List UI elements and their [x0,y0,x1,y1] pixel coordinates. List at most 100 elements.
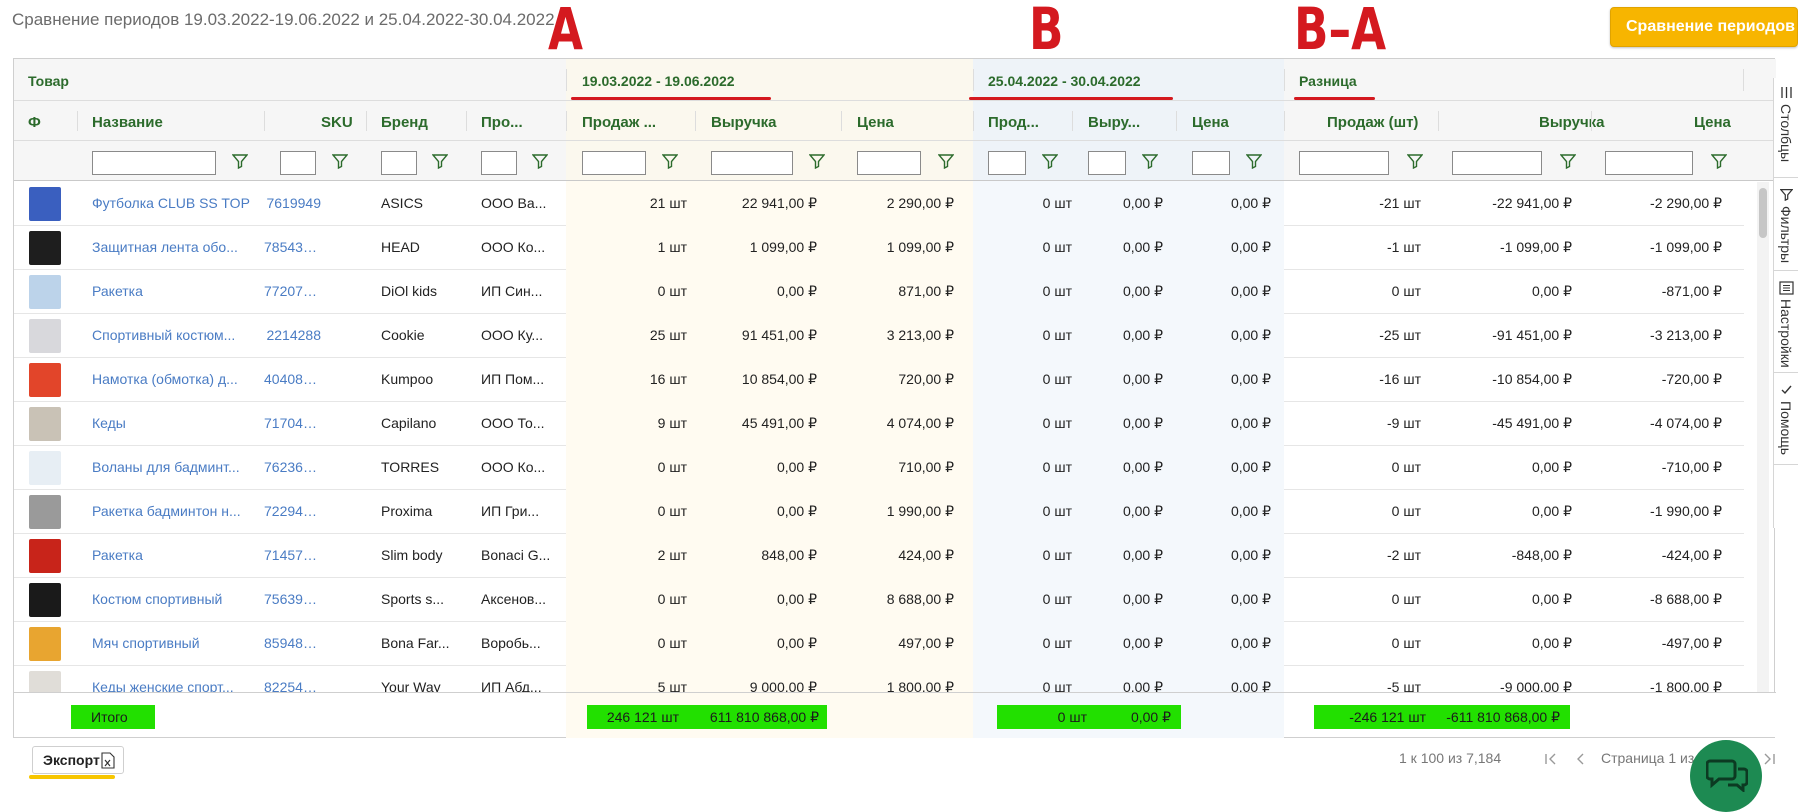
funnel-icon[interactable] [1711,153,1727,169]
cell-brand: DiOl kids [381,283,438,299]
filter-input-d-sales[interactable] [1299,151,1389,175]
filter-input-sku[interactable] [280,151,316,175]
col-d-revenue[interactable]: Выручка [1539,114,1605,131]
chat-button[interactable] [1690,740,1762,812]
col-name[interactable]: Название [92,114,163,131]
cell-name[interactable]: Кеды женские спорт... [92,679,260,692]
cell-name[interactable]: Ракетка бадминтон н... [92,503,260,519]
cell-name[interactable]: Ракетка [92,283,260,299]
col-a-sales[interactable]: Продаж ... [582,114,656,131]
annotation-b: B [1029,0,1064,63]
cell-b-price: 0,00 ₽ [1230,591,1271,607]
table-row[interactable]: Воланы для бадминт... 76236738 TORRES ООО К… [14,446,1744,490]
funnel-icon[interactable] [1042,153,1058,169]
cell-sku[interactable]: 71457009 [264,547,321,563]
product-thumbnail [29,539,61,573]
cell-sku[interactable]: 75639865 [264,591,321,607]
first-page-icon[interactable] [1544,752,1558,766]
funnel-icon[interactable] [938,153,954,169]
table-row[interactable]: Ракетка 71457009 Slim body Bonaci G... 2 шт 8… [14,534,1744,578]
col-photo[interactable]: Ф [28,114,41,131]
compare-periods-button[interactable]: Сравнение периодов [1610,7,1798,47]
table-row[interactable]: Кеды 71704129 Capilano ООО То... 9 шт 45 491,… [14,402,1744,446]
cell-d-price: -424,00 ₽ [1661,547,1722,563]
filter-input-brand[interactable] [381,151,417,175]
cell-sku[interactable]: 85948580 [264,635,321,651]
filter-input-a-sales[interactable] [582,151,646,175]
filter-input-b-sales[interactable] [988,151,1026,175]
cell-sku[interactable]: 40408251 [264,371,321,387]
funnel-icon[interactable] [809,153,825,169]
filter-input-d-price[interactable] [1605,151,1693,175]
table-row[interactable]: Футболка CLUB SS TOP 7619949 ASICS ООО Ва..… [14,182,1744,226]
filter-input-b-price[interactable] [1192,151,1230,175]
table-row[interactable]: Намотка (обмотка) д... 40408251 Kumpoo ИП П… [14,358,1744,402]
table-row[interactable]: Костюм спортивный 75639865 Sports s... Аксе… [14,578,1744,622]
cell-brand: Kumpoo [381,371,434,387]
cell-name[interactable]: Ракетка [92,547,260,563]
cell-name[interactable]: Мяч спортивный [92,635,260,651]
col-seller[interactable]: Про... [481,114,523,131]
sidebar-item-help[interactable]: Помощь [1774,373,1798,465]
check-icon [1781,385,1792,395]
cell-d-price: -871,00 ₽ [1661,283,1722,299]
cell-name[interactable]: Костюм спортивный [92,591,260,607]
sidebar-item-settings[interactable]: Настройки [1774,271,1798,373]
cell-name[interactable]: Спортивный костюм... [92,327,260,343]
col-b-sales[interactable]: Прод... [988,114,1039,131]
cell-sku[interactable]: 82254808 [264,679,321,692]
cell-a-revenue: 1 099,00 ₽ [749,239,817,255]
col-sku[interactable]: SKU [321,114,353,131]
cell-brand: Cookie [381,327,425,343]
col-d-price[interactable]: Цена [1694,114,1731,131]
funnel-icon[interactable] [432,153,448,169]
filter-input-seller[interactable] [481,151,517,175]
cell-name[interactable]: Защитная лента обо... [92,239,260,255]
col-a-revenue[interactable]: Выручка [711,114,777,131]
vertical-scrollbar[interactable] [1757,182,1769,692]
col-b-revenue[interactable]: Выру... [1088,114,1140,131]
table-row[interactable]: Ракетка 77207067 DiOl kids ИП Син... 0 шт 0,0… [14,270,1744,314]
sidebar-item-filters[interactable]: Фильтры [1774,178,1798,271]
filter-input-d-revenue[interactable] [1452,151,1542,175]
cell-name[interactable]: Намотка (обмотка) д... [92,371,260,387]
funnel-icon[interactable] [1246,153,1262,169]
prev-page-icon[interactable] [1574,752,1588,766]
funnel-icon[interactable] [232,153,248,169]
filter-input-b-revenue[interactable] [1088,151,1126,175]
sidebar-item-columns[interactable]: Столбцы [1774,78,1798,178]
cell-sku[interactable]: 78543306 [264,239,321,255]
funnel-icon[interactable] [1560,153,1576,169]
scrollbar-thumb[interactable] [1759,188,1767,238]
table-row[interactable]: Мяч спортивный 85948580 Bona Far... Воробь.… [14,622,1744,666]
cell-name[interactable]: Воланы для бадминт... [92,459,260,475]
funnel-icon[interactable] [332,153,348,169]
funnel-icon[interactable] [1407,153,1423,169]
export-button[interactable]: Экспорт [32,746,124,774]
table-row[interactable]: Защитная лента обо... 78543306 HEAD ООО Ко.… [14,226,1744,270]
cell-name[interactable]: Кеды [92,415,260,431]
cell-sku[interactable]: 7619949 [264,195,321,211]
funnel-icon[interactable] [532,153,548,169]
table-row[interactable]: Кеды женские спорт... 82254808 Your Way ИП … [14,666,1744,692]
cell-b-revenue: 0,00 ₽ [1122,239,1163,255]
col-brand[interactable]: Бренд [381,114,428,131]
cell-sku[interactable]: 72294597 [264,503,321,519]
annotation-a: A [548,0,584,63]
col-d-sales[interactable]: Продаж (шт) [1327,114,1418,131]
table-row[interactable]: Спортивный костюм... 2214288 Cookie ООО Ку.… [14,314,1744,358]
cell-name[interactable]: Футболка CLUB SS TOP [92,195,260,211]
last-page-icon[interactable] [1762,752,1776,766]
col-a-price[interactable]: Цена [857,114,894,131]
cell-sku[interactable]: 71704129 [264,415,321,431]
filter-input-name[interactable] [92,151,216,175]
table-row[interactable]: Ракетка бадминтон н... 72294597 Proxima ИП … [14,490,1744,534]
funnel-icon[interactable] [1142,153,1158,169]
filter-input-a-revenue[interactable] [711,151,793,175]
filter-input-a-price[interactable] [857,151,921,175]
funnel-icon[interactable] [662,153,678,169]
col-b-price[interactable]: Цена [1192,114,1229,131]
cell-sku[interactable]: 76236738 [264,459,321,475]
cell-sku[interactable]: 2214288 [264,327,321,343]
cell-sku[interactable]: 77207067 [264,283,321,299]
